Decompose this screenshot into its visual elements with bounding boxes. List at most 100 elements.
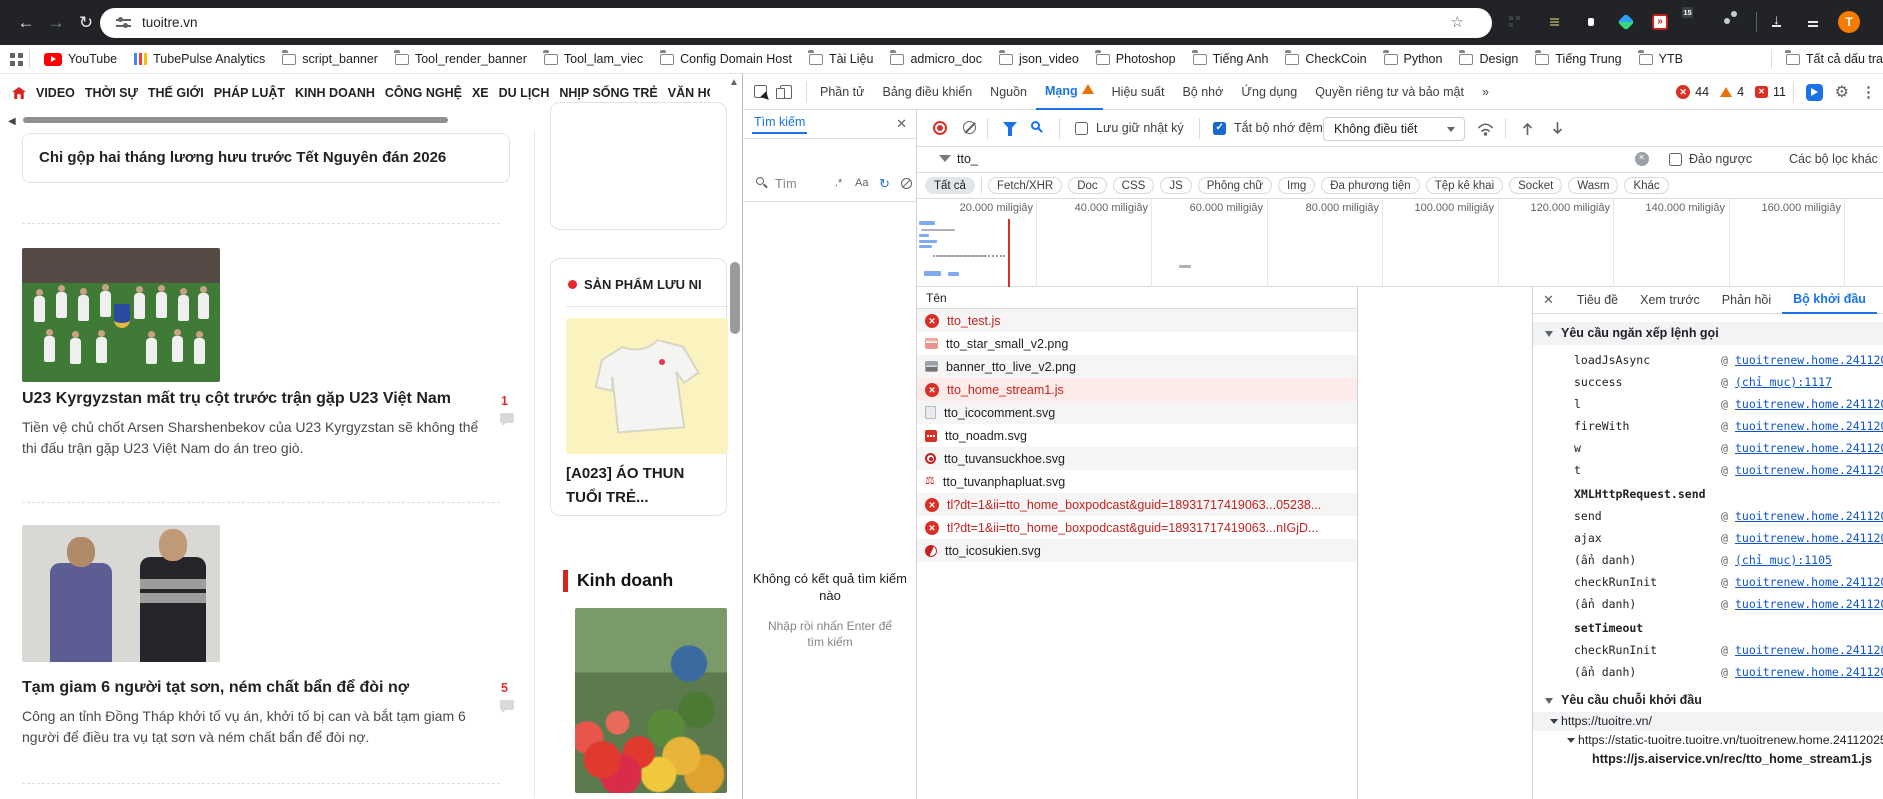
nav-van-hoa[interactable]: VĂN HÓA: [668, 86, 710, 100]
export-har-icon[interactable]: [1551, 121, 1564, 139]
chip-img[interactable]: Img: [1278, 177, 1316, 194]
chip-doc[interactable]: Doc: [1068, 177, 1107, 194]
bookmark-design[interactable]: Design: [1458, 50, 1518, 66]
product-name[interactable]: [A023] ÁO THUN TUỔI TRẺ...: [566, 462, 721, 510]
request-row[interactable]: tto_star_small_v2.png: [917, 332, 1357, 355]
article-image[interactable]: [22, 525, 220, 662]
nav-phap-luat[interactable]: PHÁP LUẬT: [214, 86, 285, 100]
stack-frame[interactable]: w@tuoitrenew.home.24112025v2.min.js:240: [1533, 437, 1883, 459]
nav-xe[interactable]: XE: [472, 86, 489, 100]
network-search-icon[interactable]: [1031, 121, 1040, 130]
comment-count[interactable]: 1: [501, 394, 508, 408]
disable-cache-checkbox[interactable]: [1213, 122, 1226, 135]
chain-row[interactable]: https://static-tuoitre.tuoitre.vn/tuoitr…: [1533, 731, 1883, 750]
stack-frame[interactable]: send@tuoitrenew.home.24112025v2.min.js:2…: [1533, 505, 1883, 527]
comment-count[interactable]: 5: [501, 681, 508, 695]
invert-checkbox[interactable]: [1669, 153, 1682, 166]
refresh-icon[interactable]: ↻: [879, 176, 890, 192]
chain-row-current[interactable]: https://js.aiservice.vn/rec/tto_home_str…: [1533, 750, 1883, 769]
tab-console[interactable]: Bảng điều khiển: [874, 75, 982, 109]
device-toolbar-icon[interactable]: [776, 84, 792, 99]
request-row-selected[interactable]: ✕ tto_home_stream1.js: [917, 378, 1357, 401]
column-header-name[interactable]: Tên: [917, 287, 1358, 309]
tab-network[interactable]: Mạng: [1036, 74, 1103, 110]
nav-nhip-song-tre[interactable]: NHỊP SỐNG TRẺ: [559, 86, 657, 100]
stack-frame[interactable]: t@tuoitrenew.home.24112025v2.min.js:240: [1533, 459, 1883, 481]
nav-video[interactable]: VIDEO: [36, 86, 75, 100]
bookmark-tubepulse[interactable]: TubePulse Analytics: [134, 52, 265, 66]
stack-frame[interactable]: l@tuoitrenew.home.24112025v2.min.js:240: [1533, 393, 1883, 415]
tab-sources[interactable]: Nguồn: [981, 75, 1036, 109]
back-icon[interactable]: ←: [12, 9, 40, 37]
bookmark-json-video[interactable]: json_video: [998, 50, 1079, 66]
bookmark-script-banner[interactable]: script_banner: [281, 50, 378, 66]
chip-socket[interactable]: Socket: [1509, 177, 1563, 194]
stack-frame[interactable]: checkRunInit@tuoitrenew.home.24112025v2.…: [1533, 639, 1883, 661]
stack-frame[interactable]: checkRunInit@tuoitrenew.home.24112025v2.…: [1533, 571, 1883, 593]
reload-icon[interactable]: ↻: [72, 9, 100, 37]
chip-wasm[interactable]: Wasm: [1568, 177, 1619, 194]
article-image[interactable]: [22, 248, 220, 382]
request-row[interactable]: ✕ tl?dt=1&ii=tto_home_boxpodcast&guid=189…: [917, 493, 1357, 516]
vscroll-up-icon[interactable]: ▲: [729, 77, 739, 88]
tab-response[interactable]: Phản hồi: [1711, 288, 1782, 313]
vertical-scrollbar[interactable]: [730, 262, 740, 334]
bookmark-tai-lieu[interactable]: Tài Liệu: [808, 50, 873, 66]
match-case-toggle[interactable]: Aa: [855, 177, 868, 189]
request-row[interactable]: ⚖ tto_tuvanphapluat.svg: [917, 470, 1357, 493]
stack-frame[interactable]: (ẩn danh) @ (chỉ mục):1105: [1533, 549, 1883, 571]
article-title[interactable]: Tạm giam 6 người tạt sơn, ném chất bẩn đ…: [22, 679, 409, 697]
request-row[interactable]: tto_tuvansuckhoe.svg: [917, 447, 1357, 470]
request-row[interactable]: ✕ tto_test.js: [917, 309, 1357, 332]
call-stack-section[interactable]: Yêu cầu ngăn xếp lệnh gọi: [1533, 322, 1883, 345]
chip-other[interactable]: Khác: [1624, 177, 1669, 194]
tab-application[interactable]: Ứng dụng: [1232, 75, 1306, 109]
url-text[interactable]: tuoitre.vn: [142, 15, 198, 30]
chip-css[interactable]: CSS: [1112, 177, 1155, 194]
stack-frame[interactable]: success @ (chỉ mục):1117: [1533, 371, 1883, 393]
clear-filter-icon[interactable]: [1635, 152, 1649, 166]
section-image[interactable]: [575, 608, 727, 793]
bookmark-ytb[interactable]: YTB: [1638, 50, 1683, 66]
chip-js[interactable]: JS: [1160, 177, 1192, 194]
top-story-card[interactable]: Chi gộp hai tháng lương hưu trước Tết Ng…: [22, 133, 510, 183]
bookmark-star-icon[interactable]: ☆: [1451, 13, 1464, 31]
chip-fetch-xhr[interactable]: Fetch/XHR: [987, 177, 1063, 194]
bookmark-tool-lam-viec[interactable]: Tool_lam_viec: [543, 50, 643, 66]
bookmarks-overflow[interactable]: Tất cả dấu tra: [1760, 45, 1883, 73]
stack-frame[interactable]: (ẩn danh)@tuoitrenew.home.24112025v2.min…: [1533, 661, 1883, 683]
chip-all[interactable]: Tất cả: [925, 177, 975, 194]
chain-row[interactable]: https://tuoitre.vn/: [1533, 712, 1883, 731]
tab-timing[interactable]: Thời gian: [1877, 288, 1883, 313]
record-icon[interactable]: [933, 121, 947, 135]
preserve-log-checkbox[interactable]: [1075, 122, 1088, 135]
chip-font[interactable]: Phông chữ: [1197, 177, 1273, 194]
bookmark-admicro-doc[interactable]: admicro_doc: [889, 50, 982, 66]
horizontal-scrollbar[interactable]: [23, 117, 448, 123]
request-row[interactable]: ✕ tl?dt=1&ii=tto_home_boxpodcast&guid=189…: [917, 516, 1357, 539]
stack-frame[interactable]: ajax@tuoitrenew.home.24112025v2.min.js:2…: [1533, 527, 1883, 549]
tab-initiator[interactable]: Bộ khởi đầu: [1782, 287, 1877, 314]
bookmark-tieng-trung[interactable]: Tiếng Trung: [1534, 50, 1622, 66]
tab-overflow-chevron[interactable]: »: [1473, 75, 1498, 109]
disable-cache-label[interactable]: Tắt bộ nhớ đệm: [1234, 121, 1323, 135]
initiator-chain-section[interactable]: Yêu cầu chuỗi khởi đầu: [1533, 689, 1883, 712]
hscroll-left-icon[interactable]: ◀: [8, 116, 16, 127]
nav-thoi-su[interactable]: THỜI SỰ: [85, 86, 138, 100]
invert-label[interactable]: Đảo ngược: [1689, 152, 1752, 166]
stack-frame[interactable]: (ẩn danh)@tuoitrenew.home.24112025v2.min…: [1533, 593, 1883, 615]
product-image[interactable]: [566, 318, 728, 454]
bookmark-config-domain-host[interactable]: Config Domain Host: [659, 50, 792, 66]
bookmark-tieng-anh[interactable]: Tiếng Anh: [1192, 50, 1268, 66]
site-settings-icon[interactable]: [116, 17, 131, 29]
tab-elements[interactable]: Phần tử: [811, 75, 874, 109]
request-row[interactable]: tto_icosukien.svg: [917, 539, 1357, 562]
tab-search[interactable]: Tìm kiếm: [752, 115, 808, 134]
search-input[interactable]: Tìm: [775, 177, 797, 191]
timeline-overview[interactable]: 20.000 miligiây 40.000 miligiây 60.000 m…: [917, 199, 1883, 287]
tab-privacy[interactable]: Quyền riêng tư và bảo mật: [1306, 75, 1473, 109]
filter-funnel-icon[interactable]: [1003, 122, 1017, 136]
dock-side-icon[interactable]: [1805, 83, 1823, 101]
shop-card[interactable]: SẢN PHẨM LƯU NI [A023] ÁO THUN TUỔI TRẺ.…: [550, 258, 728, 516]
network-conditions-icon[interactable]: [1477, 122, 1494, 139]
